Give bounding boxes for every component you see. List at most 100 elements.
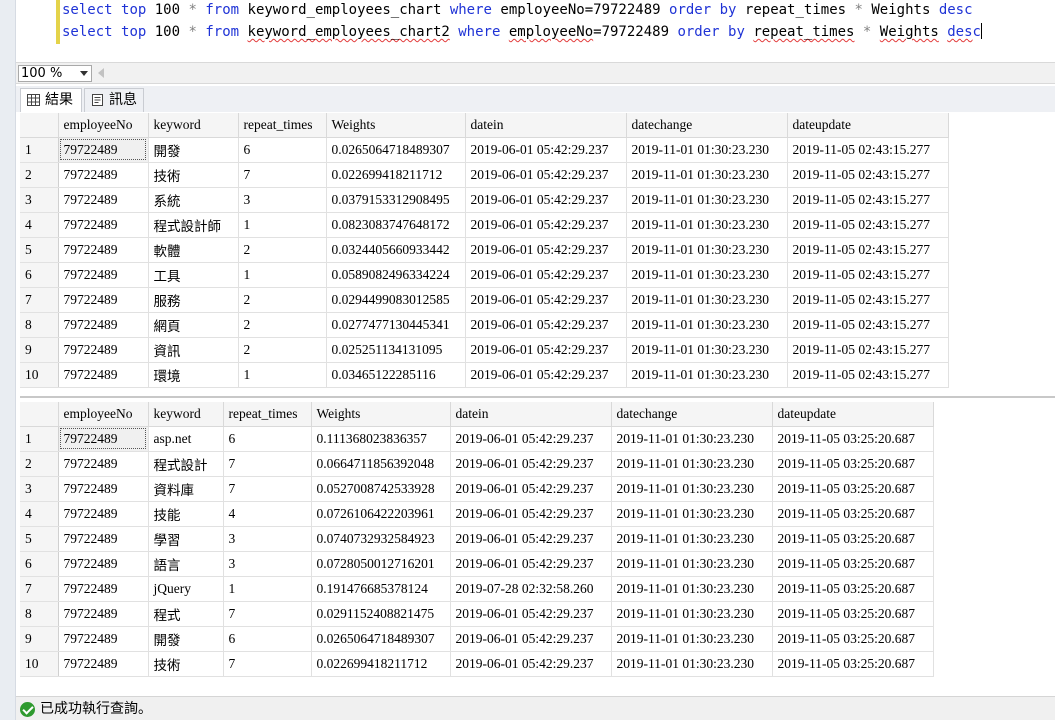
table-cell[interactable]: 2019-11-05 03:25:20.687 <box>772 626 934 652</box>
column-header[interactable]: datein <box>450 402 612 427</box>
row-number[interactable]: 2 <box>20 162 59 188</box>
grid-corner-cell[interactable] <box>20 402 59 427</box>
table-cell[interactable]: 2019-07-28 02:32:58.260 <box>450 576 612 602</box>
table-cell[interactable]: 6 <box>238 137 327 163</box>
table-cell[interactable]: 7 <box>223 451 312 477</box>
table-cell[interactable]: 2019-11-01 01:30:23.230 <box>626 137 788 163</box>
table-cell[interactable]: 2019-06-01 05:42:29.237 <box>465 187 627 213</box>
table-cell[interactable]: 2019-11-01 01:30:23.230 <box>611 526 773 552</box>
table-cell[interactable]: 2019-11-01 01:30:23.230 <box>611 651 773 677</box>
table-cell[interactable]: 0.0379153312908495 <box>326 187 466 213</box>
table-cell[interactable]: 2019-11-01 01:30:23.230 <box>626 312 788 338</box>
column-header[interactable]: keyword <box>148 402 224 427</box>
table-cell[interactable]: asp.net <box>148 426 224 452</box>
table-cell[interactable]: 網頁 <box>148 312 239 338</box>
table-cell[interactable]: 2019-11-05 02:43:15.277 <box>787 337 949 363</box>
table-cell[interactable]: 2019-06-01 05:42:29.237 <box>450 476 612 502</box>
scroll-left-icon[interactable] <box>98 68 104 78</box>
table-cell[interactable]: 2019-11-01 01:30:23.230 <box>611 601 773 627</box>
table-cell[interactable]: 79722489 <box>58 651 149 677</box>
table-cell[interactable]: 2019-11-05 02:43:15.277 <box>787 312 949 338</box>
table-cell[interactable]: 2019-06-01 05:42:29.237 <box>465 337 627 363</box>
row-number[interactable]: 6 <box>20 262 59 288</box>
row-number[interactable]: 2 <box>20 451 59 477</box>
table-cell[interactable]: 0.0726106422203961 <box>311 501 451 527</box>
table-cell[interactable]: 語言 <box>148 551 224 577</box>
table-cell[interactable]: 2019-11-05 02:43:15.277 <box>787 187 949 213</box>
table-cell[interactable]: 79722489 <box>58 137 149 163</box>
table-cell[interactable]: 2019-11-01 01:30:23.230 <box>611 551 773 577</box>
table-cell[interactable]: 1 <box>238 212 327 238</box>
code-line-1[interactable]: select top 100 * from keyword_employees_… <box>62 2 973 18</box>
row-number[interactable]: 1 <box>20 426 59 452</box>
table-cell[interactable]: 0.0277477130445341 <box>326 312 466 338</box>
table-cell[interactable]: 開發 <box>148 626 224 652</box>
table-cell[interactable]: 0.022699418211712 <box>311 651 451 677</box>
table-cell[interactable]: 2019-06-01 05:42:29.237 <box>465 312 627 338</box>
table-cell[interactable]: 1 <box>223 576 312 602</box>
table-cell[interactable]: 程式設計 <box>148 451 224 477</box>
table-cell[interactable]: 3 <box>238 187 327 213</box>
table-cell[interactable]: 79722489 <box>58 162 149 188</box>
column-header[interactable]: employeeNo <box>58 402 149 427</box>
table-cell[interactable]: 2019-11-05 03:25:20.687 <box>772 476 934 502</box>
table-cell[interactable]: 工具 <box>148 262 239 288</box>
column-header[interactable]: keyword <box>148 113 239 138</box>
table-cell[interactable]: 環境 <box>148 362 239 388</box>
table-cell[interactable]: 2 <box>238 312 327 338</box>
table-cell[interactable]: 2019-11-05 03:25:20.687 <box>772 551 934 577</box>
table-row[interactable]: 8 79722489 程式 7 0.0291152408821475 2019-06-01… <box>20 601 934 627</box>
table-cell[interactable]: 2019-11-01 01:30:23.230 <box>611 451 773 477</box>
table-cell[interactable]: 0.0823083747648172 <box>326 212 466 238</box>
table-row[interactable]: 3 79722489 系統 3 0.0379153312908495 2019-06-01… <box>20 187 949 213</box>
table-cell[interactable]: 79722489 <box>58 187 149 213</box>
table-cell[interactable]: 2019-11-01 01:30:23.230 <box>611 626 773 652</box>
table-cell[interactable]: 2019-06-01 05:42:29.237 <box>450 501 612 527</box>
table-cell[interactable]: 程式設計師 <box>148 212 239 238</box>
column-header[interactable]: datechange <box>611 402 773 427</box>
table-cell[interactable]: 6 <box>223 426 312 452</box>
chevron-down-icon[interactable] <box>80 71 88 76</box>
table-cell[interactable]: 2019-11-05 02:43:15.277 <box>787 162 949 188</box>
table-cell[interactable]: 2019-11-05 02:43:15.277 <box>787 362 949 388</box>
table-cell[interactable]: 2019-11-01 01:30:23.230 <box>626 212 788 238</box>
table-cell[interactable]: 2019-11-05 02:43:15.277 <box>787 137 949 163</box>
table-cell[interactable]: 2019-11-01 01:30:23.230 <box>611 576 773 602</box>
row-number[interactable]: 7 <box>20 576 59 602</box>
table-cell[interactable]: 79722489 <box>58 601 149 627</box>
table-row[interactable]: 6 79722489 語言 3 0.0728050012716201 2019-06-01… <box>20 551 934 577</box>
table-cell[interactable]: 2019-06-01 05:42:29.237 <box>450 601 612 627</box>
table-cell[interactable]: 2019-11-01 01:30:23.230 <box>626 187 788 213</box>
table-cell[interactable]: 技能 <box>148 501 224 527</box>
table-cell[interactable]: 2019-06-01 05:42:29.237 <box>450 626 612 652</box>
row-number[interactable]: 9 <box>20 626 59 652</box>
table-cell[interactable]: 系統 <box>148 187 239 213</box>
table-cell[interactable]: 1 <box>238 362 327 388</box>
sql-editor[interactable]: select top 100 * from keyword_employees_… <box>16 0 1055 62</box>
table-cell[interactable]: 資料庫 <box>148 476 224 502</box>
column-header[interactable]: Weights <box>326 113 466 138</box>
table-cell[interactable]: 2019-06-01 05:42:29.237 <box>450 551 612 577</box>
table-cell[interactable]: 0.022699418211712 <box>326 162 466 188</box>
table-cell[interactable]: 軟體 <box>148 237 239 263</box>
column-header[interactable]: repeat_times <box>238 113 327 138</box>
table-row[interactable]: 1 79722489 開發 6 0.0265064718489307 2019-06-01… <box>20 137 949 163</box>
table-cell[interactable]: 79722489 <box>58 337 149 363</box>
table-cell[interactable]: 2019-11-01 01:30:23.230 <box>626 262 788 288</box>
table-cell[interactable]: 0.191476685378124 <box>311 576 451 602</box>
table-cell[interactable]: 7 <box>223 476 312 502</box>
table-row[interactable]: 9 79722489 資訊 2 0.025251134131095 2019-06-01 … <box>20 337 949 363</box>
table-cell[interactable]: 2019-11-05 02:43:15.277 <box>787 212 949 238</box>
table-cell[interactable]: 2019-11-05 03:25:20.687 <box>772 651 934 677</box>
table-cell[interactable]: 2019-11-05 02:43:15.277 <box>787 287 949 313</box>
table-row[interactable]: 8 79722489 網頁 2 0.0277477130445341 2019-06-01… <box>20 312 949 338</box>
table-cell[interactable]: 2019-11-05 03:25:20.687 <box>772 501 934 527</box>
table-cell[interactable]: 2019-06-01 05:42:29.237 <box>450 451 612 477</box>
table-cell[interactable]: 79722489 <box>58 501 149 527</box>
table-row[interactable]: 5 79722489 學習 3 0.0740732932584923 2019-06-01… <box>20 526 934 552</box>
table-cell[interactable]: 2019-11-05 03:25:20.687 <box>772 576 934 602</box>
table-cell[interactable]: 7 <box>238 162 327 188</box>
table-cell[interactable]: 79722489 <box>58 312 149 338</box>
table-cell[interactable]: 技術 <box>148 651 224 677</box>
table-cell[interactable]: 0.0294499083012585 <box>326 287 466 313</box>
